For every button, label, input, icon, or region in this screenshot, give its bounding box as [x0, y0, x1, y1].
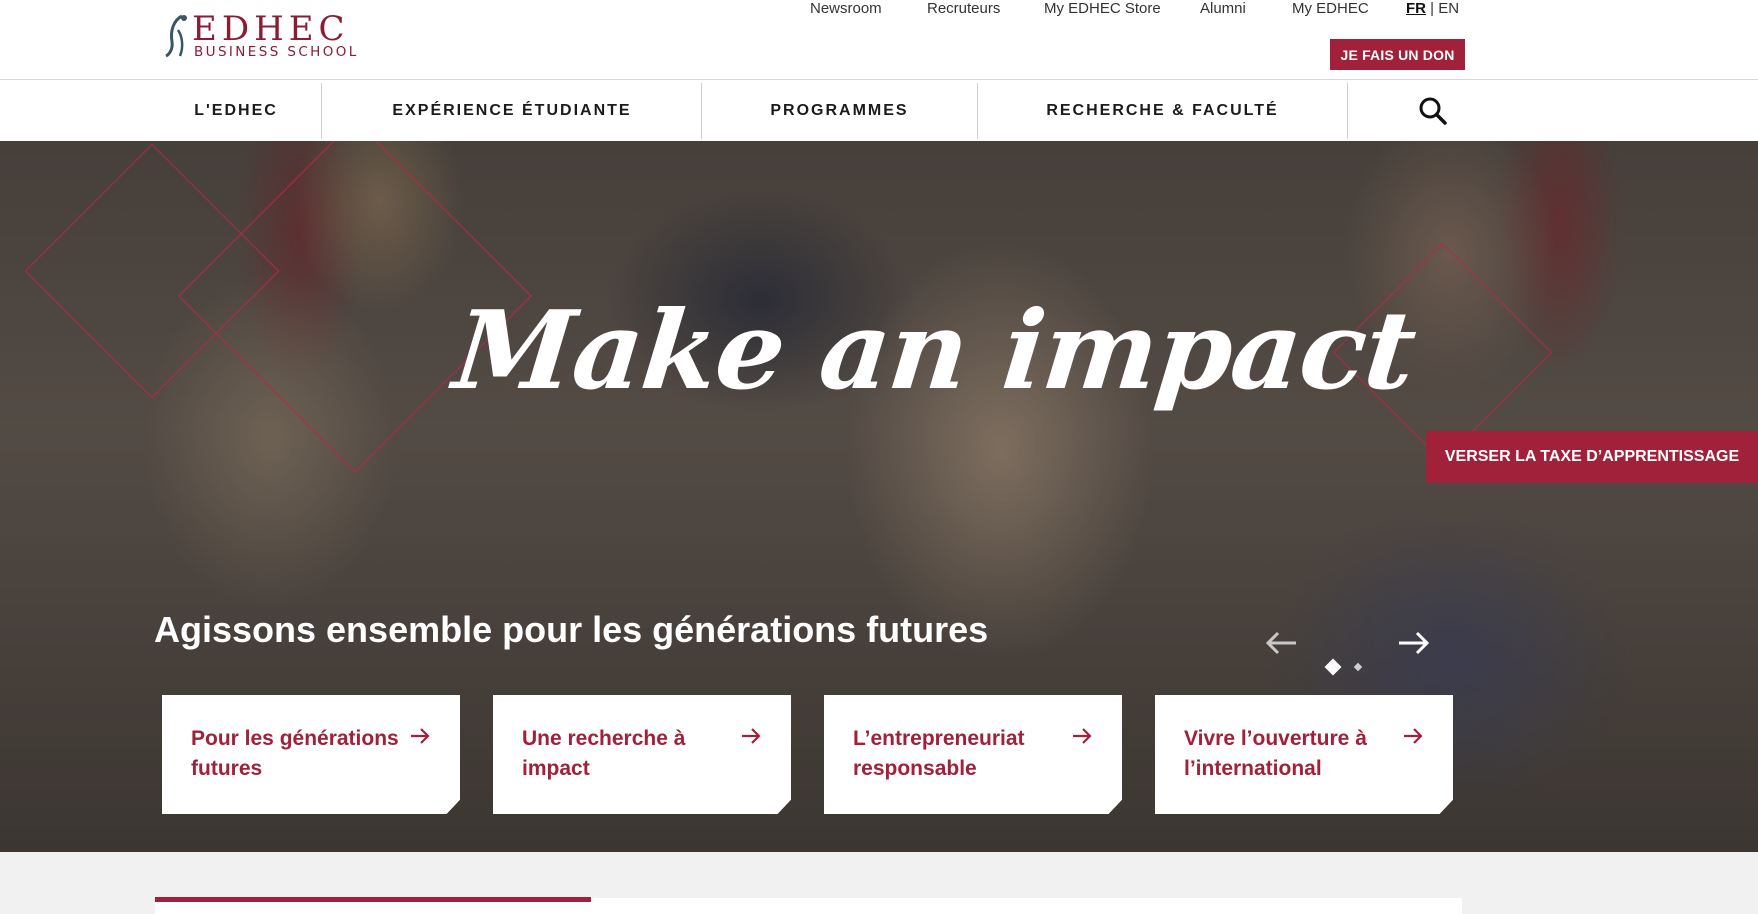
main-nav: L'EDHEC EXPÉRIENCE ÉTUDIANTE PROGRAMMES … — [0, 81, 1758, 141]
toplink-newsroom[interactable]: Newsroom — [810, 0, 882, 17]
toplink-recruteurs[interactable]: Recruteurs — [927, 0, 1000, 17]
toplink-my-edhec[interactable]: My EDHEC — [1292, 0, 1369, 17]
arrow-right-icon — [1404, 728, 1423, 744]
search-icon — [1419, 97, 1447, 125]
hero-card[interactable]: Vivre l’ouverture à l’international — [1155, 695, 1453, 814]
arrow-right-icon — [742, 728, 761, 744]
logo-subtitle: BUSINESS SCHOOL — [194, 44, 359, 60]
search-button[interactable] — [1405, 81, 1460, 141]
hero-headline: Make an impact — [448, 288, 1421, 414]
toplink-store[interactable]: My EDHEC Store — [1044, 0, 1161, 17]
language-switcher: FR | EN — [1406, 0, 1459, 17]
hero-card-title: Une recherche à impact — [522, 727, 686, 780]
edhec-logo[interactable]: EDHEC BUSINESS SCHOOL — [160, 8, 370, 60]
hero-card-title: Vivre l’ouverture à l’international — [1184, 727, 1367, 780]
nav-item-programmes[interactable]: PROGRAMMES — [702, 81, 977, 141]
hero-card-title: Pour les générations futures — [191, 727, 399, 780]
taxe-apprentissage-button[interactable]: VERSER LA TAXE D’APPRENTISSAGE — [1426, 431, 1758, 483]
hero-card[interactable]: Pour les générations futures — [162, 695, 460, 814]
lang-fr-link[interactable]: FR — [1406, 0, 1426, 17]
carousel-next-arrow-icon[interactable] — [1395, 628, 1431, 658]
nav-divider — [1347, 83, 1348, 139]
hero-card[interactable]: Une recherche à impact — [493, 695, 791, 814]
carousel-prev-arrow-icon[interactable] — [1264, 628, 1300, 658]
hero-subline: Agissons ensemble pour les générations f… — [154, 609, 989, 650]
toplink-alumni[interactable]: Alumni — [1200, 0, 1246, 17]
nav-item-ledhec[interactable]: L'EDHEC — [150, 81, 322, 141]
arrow-right-icon — [1073, 728, 1092, 744]
nav-item-experience[interactable]: EXPÉRIENCE ÉTUDIANTE — [322, 81, 702, 141]
nav-item-recherche[interactable]: RECHERCHE & FACULTÉ — [978, 81, 1347, 141]
lang-separator: | — [1430, 0, 1435, 17]
logo-mark-icon — [165, 14, 187, 58]
section-progress-bar — [155, 897, 591, 902]
lang-en-link[interactable]: EN — [1438, 0, 1459, 17]
donate-button[interactable]: JE FAIS UN DON — [1330, 39, 1465, 70]
hero-card[interactable]: L’entrepreneuriat responsable — [824, 695, 1122, 814]
logo-wordmark: EDHEC — [192, 9, 350, 49]
arrow-right-icon — [411, 728, 430, 744]
hero-card-title: L’entrepreneuriat responsable — [853, 727, 1025, 780]
top-bar: EDHEC BUSINESS SCHOOL Newsroom Recruteur… — [0, 0, 1758, 80]
hero-carousel: Make an impact Agissons ensemble pour le… — [0, 141, 1758, 852]
content-section — [0, 852, 1758, 914]
